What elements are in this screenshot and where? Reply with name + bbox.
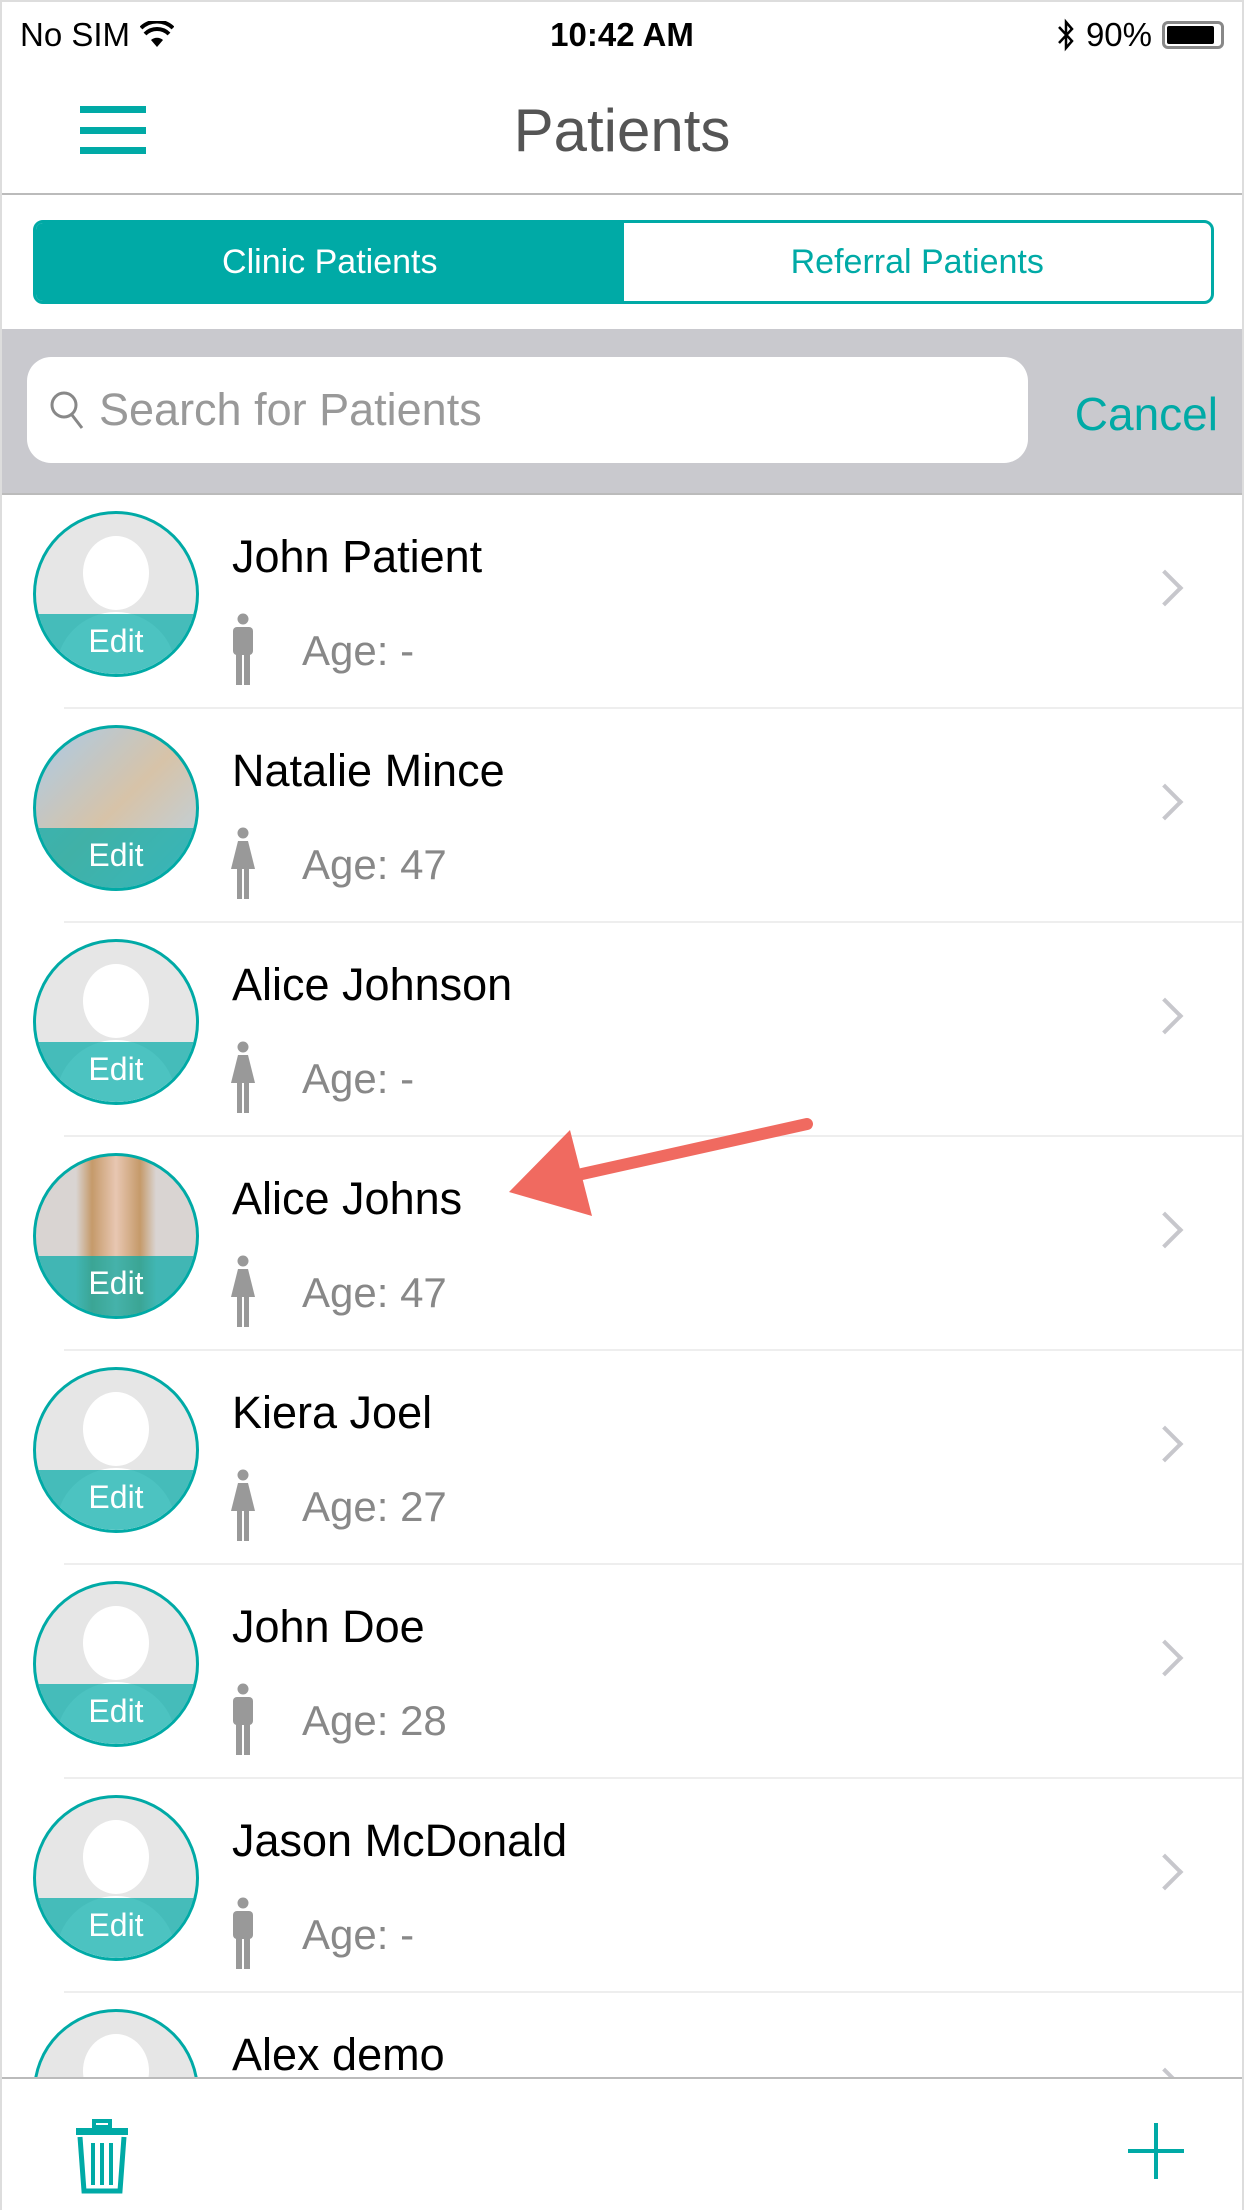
patient-row[interactable]: Edit Alice Johnson Age: - (2, 923, 1242, 1137)
male-icon (230, 1897, 256, 1969)
battery-percent: 90% (1085, 16, 1152, 53)
avatar[interactable]: Edit (33, 1367, 199, 1533)
avatar[interactable]: Edit (33, 2009, 199, 2077)
chevron-right-icon (1146, 997, 1184, 1035)
patient-row[interactable]: Edit Jason McDonald Age: - (2, 1779, 1242, 1993)
patient-row[interactable]: Edit Natalie Mince Age: 47 (2, 709, 1242, 923)
chevron-right-icon (1146, 783, 1184, 821)
chevron-right-icon (1146, 1853, 1184, 1891)
tab-clinic-patients[interactable]: Clinic Patients (36, 223, 624, 301)
default-avatar-icon (83, 1820, 149, 1894)
bluetooth-icon (1058, 18, 1074, 52)
chevron-right-icon (1146, 1211, 1184, 1249)
female-icon (230, 1469, 256, 1541)
chevron-right-icon (1146, 569, 1184, 607)
patient-name: John Patient (232, 531, 483, 582)
default-avatar-icon (83, 2034, 149, 2077)
avatar[interactable]: Edit (33, 939, 199, 1105)
female-icon (230, 827, 256, 899)
search-input[interactable] (99, 384, 999, 436)
tab-referral-patients[interactable]: Referral Patients (624, 223, 1212, 301)
patient-type-segmented-control: Clinic Patients Referral Patients (33, 220, 1214, 304)
patient-name: Kiera Joel (232, 1387, 433, 1438)
chevron-right-icon (1146, 1425, 1184, 1463)
patient-row[interactable]: Edit John Doe Age: 28 (2, 1565, 1242, 1779)
edit-avatar-button[interactable]: Edit (36, 614, 196, 674)
chevron-right-icon (1146, 2067, 1184, 2077)
default-avatar-icon (83, 1392, 149, 1466)
patient-name: Alice Johns (232, 1173, 463, 1224)
male-icon (230, 1683, 256, 1755)
bottom-toolbar (2, 2077, 1242, 2212)
search-icon (50, 391, 84, 429)
female-icon (230, 1041, 256, 1113)
patient-name: Natalie Mince (232, 745, 505, 796)
patient-name: Alice Johnson (232, 959, 513, 1010)
avatar[interactable]: Edit (33, 1153, 199, 1319)
patient-name: Jason McDonald (232, 1815, 568, 1866)
edit-avatar-button[interactable]: Edit (36, 1898, 196, 1958)
default-avatar-icon (83, 1606, 149, 1680)
edit-avatar-button[interactable]: Edit (36, 1042, 196, 1102)
default-avatar-icon (83, 536, 149, 610)
patient-age: Age: 27 (302, 1483, 447, 1530)
page-title: Patients (513, 97, 731, 164)
patient-age: Age: 47 (302, 841, 447, 888)
patient-list[interactable]: Edit John Patient Age: - Edit Natalie Mince A… (2, 495, 1242, 2077)
battery-icon (1162, 21, 1224, 49)
edit-avatar-button[interactable]: Edit (36, 1256, 196, 1316)
patient-name: John Doe (232, 1601, 425, 1652)
patient-age: Age: 47 (302, 1269, 447, 1316)
patient-name: Alex demo (232, 2029, 445, 2077)
patient-row[interactable]: Edit Alice Johns Age: 47 (2, 1137, 1242, 1351)
avatar[interactable]: Edit (33, 725, 199, 891)
patient-row[interactable]: Edit Alex demo (2, 1993, 1242, 2077)
avatar[interactable]: Edit (33, 1581, 199, 1747)
cancel-button[interactable]: Cancel (1075, 387, 1218, 441)
navigation-bar: Patients (2, 72, 1242, 195)
avatar[interactable]: Edit (33, 511, 199, 677)
male-icon (230, 613, 256, 685)
status-bar: No SIM 10:42 AM 90% (2, 2, 1242, 72)
patient-age: Age: 28 (302, 1697, 447, 1744)
chevron-right-icon (1146, 1639, 1184, 1677)
patient-row[interactable]: Edit John Patient Age: - (2, 495, 1242, 709)
edit-avatar-button[interactable]: Edit (36, 1684, 196, 1744)
search-bar: Cancel (2, 329, 1242, 495)
patient-row[interactable]: Edit Kiera Joel Age: 27 (2, 1351, 1242, 1565)
avatar[interactable]: Edit (33, 1795, 199, 1961)
patient-age: Age: - (302, 627, 415, 674)
search-field[interactable] (27, 357, 1028, 463)
patient-age: Age: - (302, 1911, 415, 1958)
edit-avatar-button[interactable]: Edit (36, 1470, 196, 1530)
default-avatar-icon (83, 964, 149, 1038)
add-patient-button[interactable] (1128, 2123, 1184, 2179)
female-icon (230, 1255, 256, 1327)
patient-age: Age: - (302, 1055, 415, 1102)
trash-icon[interactable] (74, 2119, 130, 2195)
edit-avatar-button[interactable]: Edit (36, 828, 196, 888)
